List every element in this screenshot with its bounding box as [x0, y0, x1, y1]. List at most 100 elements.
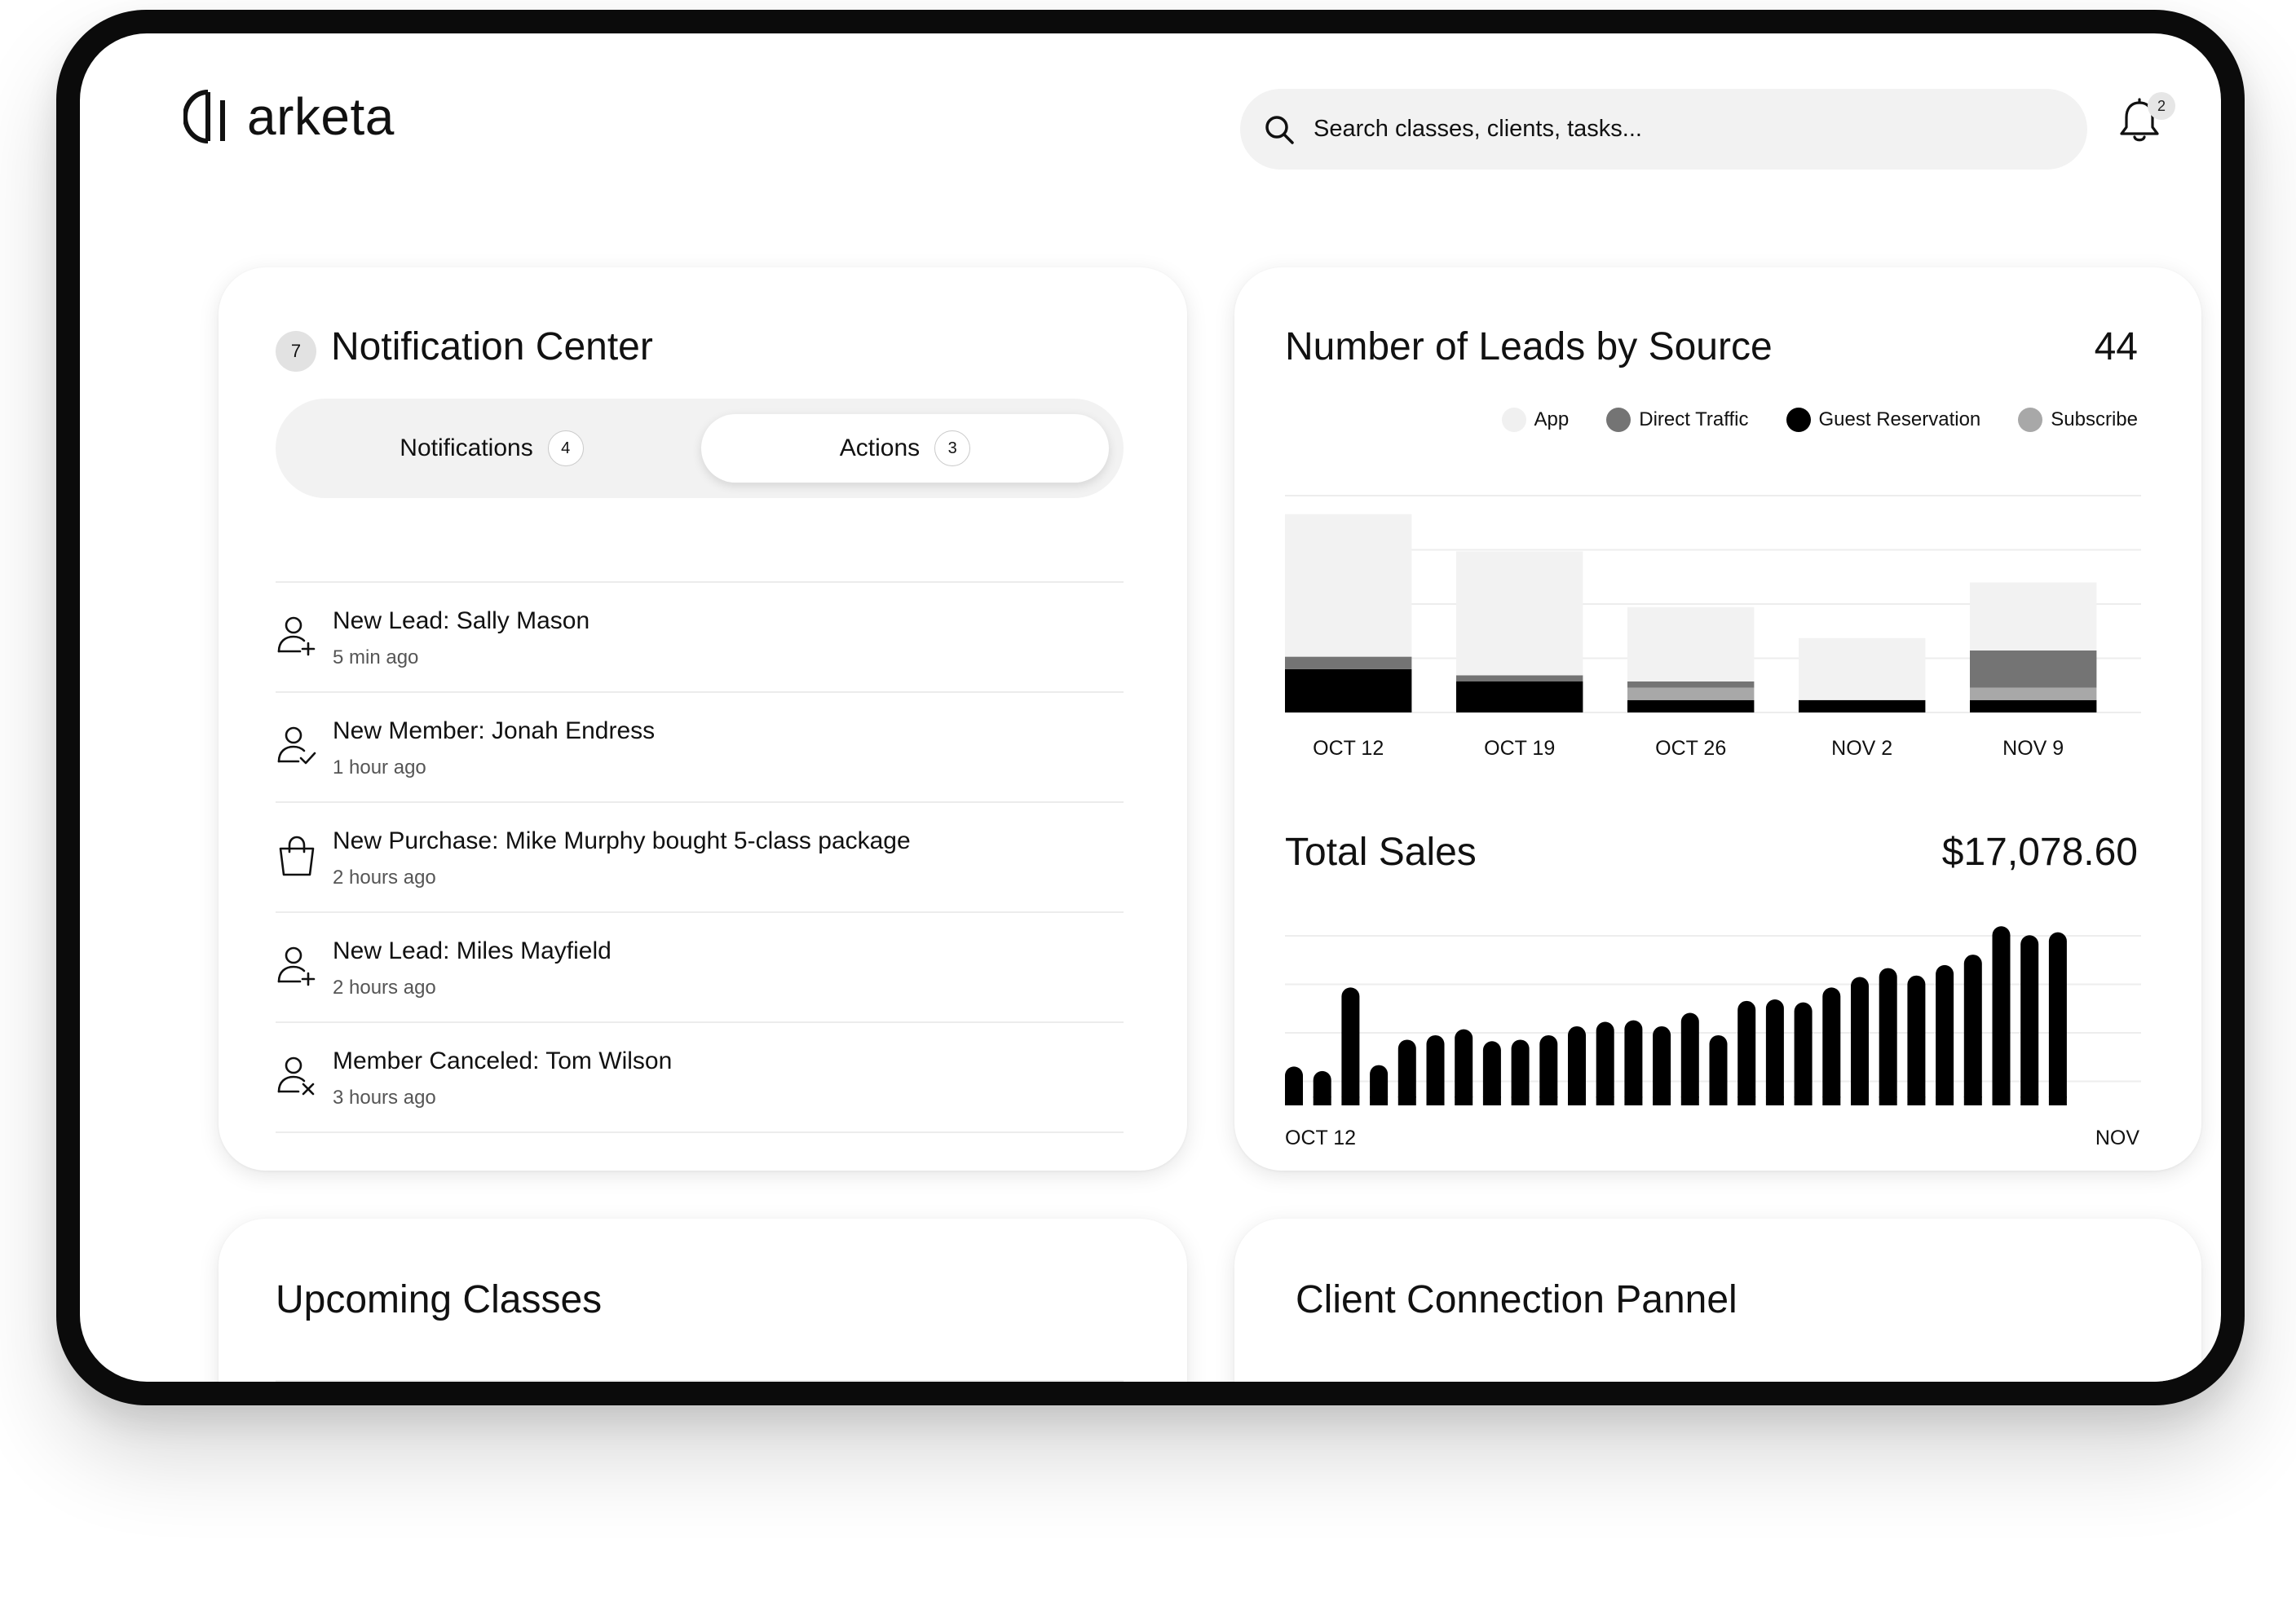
bar-guest-reservation[interactable] — [1627, 699, 1755, 712]
bar-direct-traffic[interactable] — [1285, 656, 1412, 669]
notification-center-count-badge: 7 — [276, 331, 316, 372]
legend-swatch-app — [1501, 408, 1526, 432]
bar-guest-reservation[interactable] — [1456, 681, 1583, 712]
sales-bar-base — [1737, 1096, 1756, 1105]
sales-bar[interactable] — [1511, 1039, 1530, 1105]
list-item[interactable]: New Member: Jonah Endress 1 hour ago — [276, 693, 1124, 803]
bar-guest-reservation[interactable] — [1970, 699, 2097, 712]
sales-bar-base — [1596, 1096, 1614, 1105]
upcoming-classes-title: Upcoming Classes — [276, 1278, 603, 1321]
tab-actions-count: 3 — [934, 430, 971, 466]
sales-bar[interactable] — [1794, 1002, 1813, 1105]
bar-guest-reservation[interactable] — [1285, 668, 1412, 712]
sales-bar[interactable] — [1653, 1025, 1671, 1105]
bar-app[interactable] — [1456, 551, 1583, 676]
sales-bar[interactable] — [1992, 926, 2011, 1105]
sales-bar[interactable] — [1568, 1025, 1586, 1105]
sales-bar[interactable] — [1482, 1041, 1501, 1105]
sales-bar-base — [1936, 1096, 1954, 1105]
sales-bar[interactable] — [1624, 1020, 1643, 1105]
sales-bar[interactable] — [1936, 964, 1954, 1105]
x-tick-label: OCT 26 — [1655, 737, 1726, 760]
bar-app[interactable] — [1970, 582, 2097, 651]
sales-bar-base — [1426, 1096, 1445, 1105]
bar-direct-traffic[interactable] — [1456, 675, 1583, 681]
feed-item-time: 2 hours ago — [333, 977, 436, 999]
legend-swatch-guest-reservation — [1786, 408, 1811, 432]
tab-actions[interactable]: Actions 3 — [701, 414, 1109, 483]
user-x-icon — [277, 1056, 315, 1096]
bar-direct-traffic[interactable] — [1627, 681, 1755, 688]
leads-total: 44 — [2094, 325, 2138, 368]
sales-bar-base — [1539, 1096, 1558, 1105]
sales-bar[interactable] — [1963, 955, 1982, 1105]
sales-bar[interactable] — [1680, 1012, 1699, 1105]
sales-bar[interactable] — [1907, 975, 1926, 1105]
legend-item-direct-traffic[interactable]: Direct Traffic — [1606, 408, 1749, 432]
legend-item-subscribe[interactable]: Subscribe — [2018, 408, 2138, 432]
notification-tabs: Notifications 4 Actions 3 — [276, 399, 1124, 498]
sales-bar-base — [1992, 1096, 2011, 1105]
bar-subscribe[interactable] — [1970, 687, 2097, 700]
sales-bar[interactable] — [1709, 1034, 1728, 1105]
sales-bar[interactable] — [1765, 999, 1784, 1105]
sales-bar[interactable] — [1822, 987, 1841, 1105]
sales-bar[interactable] — [1737, 1000, 1756, 1105]
bar-subscribe[interactable] — [1627, 687, 1755, 700]
sales-bar-base — [1879, 1096, 1897, 1105]
section-divider — [276, 1380, 1124, 1382]
sales-bar[interactable] — [1455, 1029, 1473, 1105]
total-sales-amount: $17,078.60 — [1941, 831, 2138, 874]
user-check-icon — [277, 726, 316, 765]
client-connection-card: Client Connection Pannel — [1234, 1219, 2201, 1382]
sales-bar[interactable] — [1397, 1039, 1416, 1105]
sales-bar-chart: OCT 12 NOV — [1285, 926, 2141, 1149]
brand-name: arketa — [247, 87, 395, 146]
sales-bar-base — [1907, 1096, 1926, 1105]
notification-center-card: 7 Notification Center Notifications 4 Ac… — [219, 267, 1187, 1171]
search-input[interactable] — [1314, 89, 2064, 170]
sales-bar-base — [1963, 1096, 1982, 1105]
sales-bar-base — [2020, 1096, 2039, 1105]
sales-bar-base — [1822, 1096, 1841, 1105]
legend-item-guest-reservation[interactable]: Guest Reservation — [1786, 408, 1981, 432]
tab-notifications[interactable]: Notifications 4 — [300, 414, 683, 483]
search-bar[interactable] — [1240, 89, 2087, 170]
bar-app[interactable] — [1799, 637, 1926, 700]
feed-item-title: New Lead: Sally Mason — [333, 607, 590, 634]
leads-legend: App Direct Traffic Guest Reservation Sub… — [1501, 408, 2138, 432]
bar-guest-reservation[interactable] — [1799, 699, 1926, 712]
brand-logo[interactable]: arketa — [183, 87, 395, 146]
list-item[interactable]: New Lead: Sally Mason 5 min ago — [276, 583, 1124, 693]
legend-label-guest-reservation: Guest Reservation — [1818, 408, 1981, 430]
sales-bar-base — [1568, 1096, 1586, 1105]
sales-bar[interactable] — [1539, 1034, 1558, 1105]
sales-bar-base — [1285, 1096, 1303, 1105]
bar-direct-traffic[interactable] — [1970, 651, 2097, 688]
sales-bar-base — [1709, 1096, 1728, 1105]
sales-bar[interactable] — [1426, 1034, 1445, 1105]
sales-bar[interactable] — [1879, 968, 1897, 1105]
sales-bar-base — [1341, 1096, 1360, 1105]
list-item[interactable]: New Purchase: Mike Murphy bought 5-class… — [276, 803, 1124, 913]
sales-bar-base — [1313, 1096, 1331, 1105]
sales-bar[interactable] — [1341, 987, 1360, 1105]
legend-item-app[interactable]: App — [1501, 408, 1569, 432]
sales-bar-base — [1765, 1096, 1784, 1105]
sales-bar[interactable] — [2048, 932, 2067, 1105]
x-tick-label: NOV 9 — [2002, 737, 2064, 760]
list-item[interactable]: Member Canceled: Tom Wilson 3 hours ago — [276, 1023, 1124, 1133]
list-item[interactable]: New Lead: Miles Mayfield 2 hours ago — [276, 913, 1124, 1023]
bar-app[interactable] — [1285, 514, 1412, 657]
sales-bar[interactable] — [1851, 977, 1869, 1105]
feed-item-time: 2 hours ago — [333, 867, 436, 889]
sales-bar[interactable] — [1596, 1021, 1614, 1105]
device-frame: arketa 2 7 Notification Center Notificat… — [56, 10, 2245, 1405]
feed-item-time: 5 min ago — [333, 646, 419, 668]
bar-app[interactable] — [1627, 606, 1755, 681]
sales-bar-base — [1370, 1096, 1389, 1105]
sales-bar[interactable] — [2020, 935, 2039, 1105]
tab-actions-label: Actions — [839, 434, 921, 461]
feed-item-time: 3 hours ago — [333, 1087, 436, 1109]
tab-notifications-count: 4 — [547, 430, 584, 466]
